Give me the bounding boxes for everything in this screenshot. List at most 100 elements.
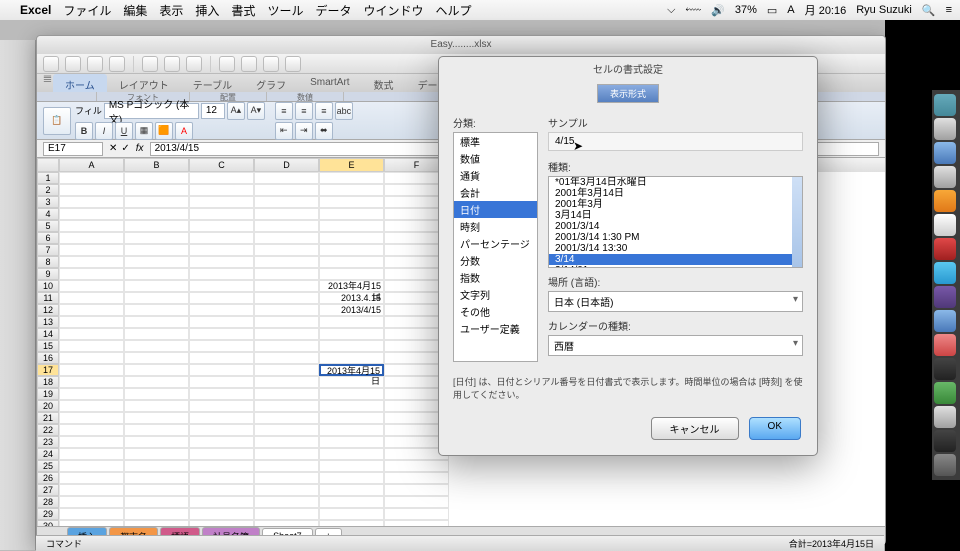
cell-A17[interactable]	[59, 364, 124, 376]
cell-C16[interactable]	[189, 352, 254, 364]
type-list-scrollbar[interactable]	[792, 177, 802, 267]
cell-B2[interactable]	[124, 184, 189, 196]
row-header-19[interactable]: 19	[37, 388, 59, 400]
cell-E28[interactable]	[319, 496, 384, 508]
dock-app8-icon[interactable]	[934, 406, 956, 428]
cell-D20[interactable]	[254, 400, 319, 412]
cell-A18[interactable]	[59, 376, 124, 388]
row-header-15[interactable]: 15	[37, 340, 59, 352]
cell-E18[interactable]	[319, 376, 384, 388]
row-header-13[interactable]: 13	[37, 316, 59, 328]
user-name[interactable]: Ryu Suzuki	[856, 4, 912, 16]
cell-D27[interactable]	[254, 484, 319, 496]
cell-F27[interactable]	[384, 484, 449, 496]
cell-A22[interactable]	[59, 424, 124, 436]
cell-B12[interactable]	[124, 304, 189, 316]
cell-C9[interactable]	[189, 268, 254, 280]
dock-app-icon[interactable]	[934, 118, 956, 140]
cell-A19[interactable]	[59, 388, 124, 400]
cell-D12[interactable]	[254, 304, 319, 316]
cell-A5[interactable]	[59, 220, 124, 232]
cell-A3[interactable]	[59, 196, 124, 208]
cell-B5[interactable]	[124, 220, 189, 232]
type-item-6[interactable]: 2001/3/14 13:30	[549, 243, 802, 254]
menu-insert[interactable]: 挿入	[195, 2, 219, 19]
cell-B19[interactable]	[124, 388, 189, 400]
paste-button[interactable]: 📋	[43, 107, 71, 135]
cell-D25[interactable]	[254, 460, 319, 472]
menu-window[interactable]: ウインドウ	[363, 2, 423, 19]
cell-E25[interactable]	[319, 460, 384, 472]
row-header-24[interactable]: 24	[37, 448, 59, 460]
type-item-2[interactable]: 2001年3月	[549, 199, 802, 210]
row-header-22[interactable]: 22	[37, 424, 59, 436]
cell-C28[interactable]	[189, 496, 254, 508]
cell-D14[interactable]	[254, 328, 319, 340]
calendar-select[interactable]: 西暦	[548, 335, 803, 356]
cell-D13[interactable]	[254, 316, 319, 328]
cell-C21[interactable]	[189, 412, 254, 424]
dock-calendar-icon[interactable]	[934, 214, 956, 236]
fx-cancel-icon[interactable]: ✕	[109, 143, 117, 154]
fx-label[interactable]: fx	[136, 143, 144, 154]
indent-dec-button[interactable]: ⇤	[275, 122, 293, 140]
ok-button[interactable]: OK	[749, 417, 801, 440]
cell-A25[interactable]	[59, 460, 124, 472]
italic-button[interactable]: I	[95, 122, 113, 140]
cell-D16[interactable]	[254, 352, 319, 364]
bluetooth-icon[interactable]: ⌵	[667, 4, 675, 17]
row-header-25[interactable]: 25	[37, 460, 59, 472]
cell-C20[interactable]	[189, 400, 254, 412]
cell-C15[interactable]	[189, 340, 254, 352]
cell-B27[interactable]	[124, 484, 189, 496]
cell-F29[interactable]	[384, 508, 449, 520]
cell-E7[interactable]	[319, 244, 384, 256]
cell-C27[interactable]	[189, 484, 254, 496]
cell-E23[interactable]	[319, 436, 384, 448]
cell-E4[interactable]	[319, 208, 384, 220]
cell-E1[interactable]	[319, 172, 384, 184]
cell-C18[interactable]	[189, 376, 254, 388]
tab-chart[interactable]: グラフ	[244, 74, 298, 92]
cell-C22[interactable]	[189, 424, 254, 436]
cell-E13[interactable]	[319, 316, 384, 328]
cell-E20[interactable]	[319, 400, 384, 412]
menu-data[interactable]: データ	[315, 2, 351, 19]
cell-C6[interactable]	[189, 232, 254, 244]
cell-B11[interactable]	[124, 292, 189, 304]
menu-help[interactable]: ヘルプ	[435, 2, 471, 19]
cell-C14[interactable]	[189, 328, 254, 340]
type-item-5[interactable]: 2001/3/14 1:30 PM	[549, 232, 802, 243]
row-header-1[interactable]: 1	[37, 172, 59, 184]
row-header-8[interactable]: 8	[37, 256, 59, 268]
font-color-button[interactable]: A	[175, 122, 193, 140]
category-item-3[interactable]: 会計	[454, 184, 537, 201]
tab-table[interactable]: テーブル	[181, 74, 244, 92]
row-header-20[interactable]: 20	[37, 400, 59, 412]
row-header-5[interactable]: 5	[37, 220, 59, 232]
ribbon-handle-icon[interactable]: 𝌆	[43, 74, 53, 92]
cell-E10[interactable]: 2013年4月15日	[319, 280, 384, 292]
row-header-3[interactable]: 3	[37, 196, 59, 208]
cell-E19[interactable]	[319, 388, 384, 400]
row-header-12[interactable]: 12	[37, 304, 59, 316]
increase-font-button[interactable]: A▴	[227, 102, 245, 120]
cell-E17[interactable]: 2013年4月15日	[319, 364, 384, 376]
cell-B4[interactable]	[124, 208, 189, 220]
cell-C29[interactable]	[189, 508, 254, 520]
dock-itunes-icon[interactable]	[934, 286, 956, 308]
cell-B18[interactable]	[124, 376, 189, 388]
cell-D9[interactable]	[254, 268, 319, 280]
cancel-button[interactable]: キャンセル	[651, 417, 739, 440]
cell-E8[interactable]	[319, 256, 384, 268]
cell-B28[interactable]	[124, 496, 189, 508]
cell-E24[interactable]	[319, 448, 384, 460]
row-header-26[interactable]: 26	[37, 472, 59, 484]
cell-A2[interactable]	[59, 184, 124, 196]
cell-C12[interactable]	[189, 304, 254, 316]
col-header-d[interactable]: D	[254, 158, 319, 172]
cell-E2[interactable]	[319, 184, 384, 196]
row-header-27[interactable]: 27	[37, 484, 59, 496]
cell-B14[interactable]	[124, 328, 189, 340]
cell-B3[interactable]	[124, 196, 189, 208]
